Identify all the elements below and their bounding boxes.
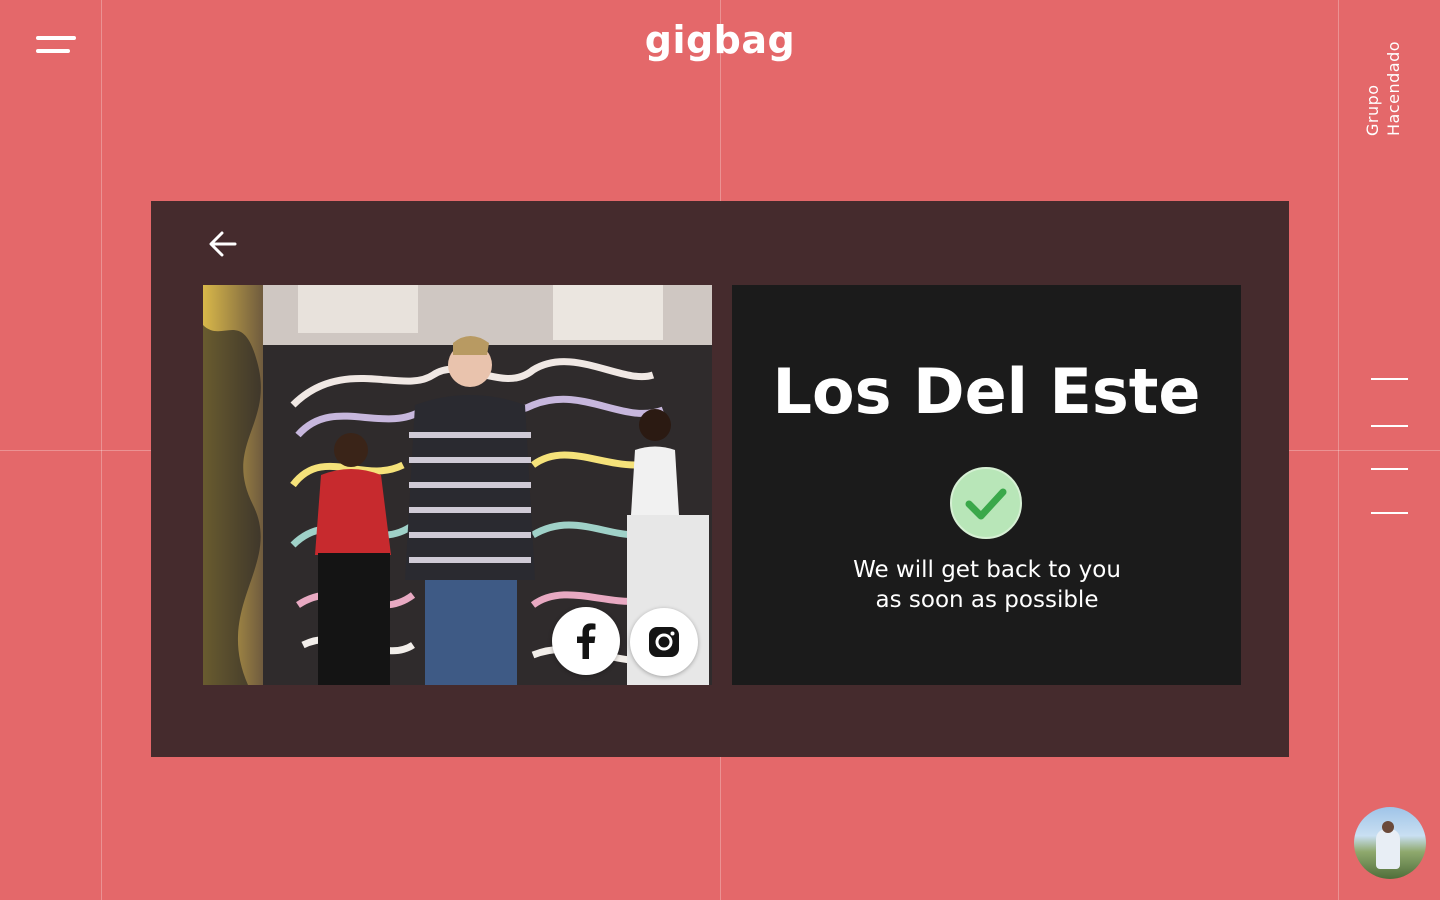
instagram-icon[interactable] bbox=[630, 608, 698, 676]
user-avatar[interactable] bbox=[1354, 807, 1426, 879]
band-photo bbox=[203, 285, 712, 685]
section-nav-item-4[interactable] bbox=[1371, 512, 1408, 514]
section-nav-item-2[interactable] bbox=[1371, 425, 1408, 427]
section-nav-item-3[interactable] bbox=[1371, 468, 1408, 470]
vendor-label: Grupo Hacendado bbox=[1362, 36, 1406, 140]
app-logo[interactable]: gigbag bbox=[0, 18, 1440, 62]
band-contact-card: Los Del Este We will get back to you as … bbox=[151, 201, 1289, 757]
confirmation-panel: Los Del Este We will get back to you as … bbox=[732, 285, 1241, 685]
confirmation-message: We will get back to you as soon as possi… bbox=[853, 557, 1121, 613]
checkmark-icon bbox=[950, 467, 1022, 539]
section-nav-item-1[interactable] bbox=[1371, 378, 1408, 380]
vendor-name: Grupo Hacendado bbox=[1363, 40, 1403, 136]
band-name: Los Del Este bbox=[772, 355, 1201, 428]
facebook-icon[interactable] bbox=[552, 607, 620, 675]
arrow-left-icon[interactable] bbox=[207, 229, 239, 259]
